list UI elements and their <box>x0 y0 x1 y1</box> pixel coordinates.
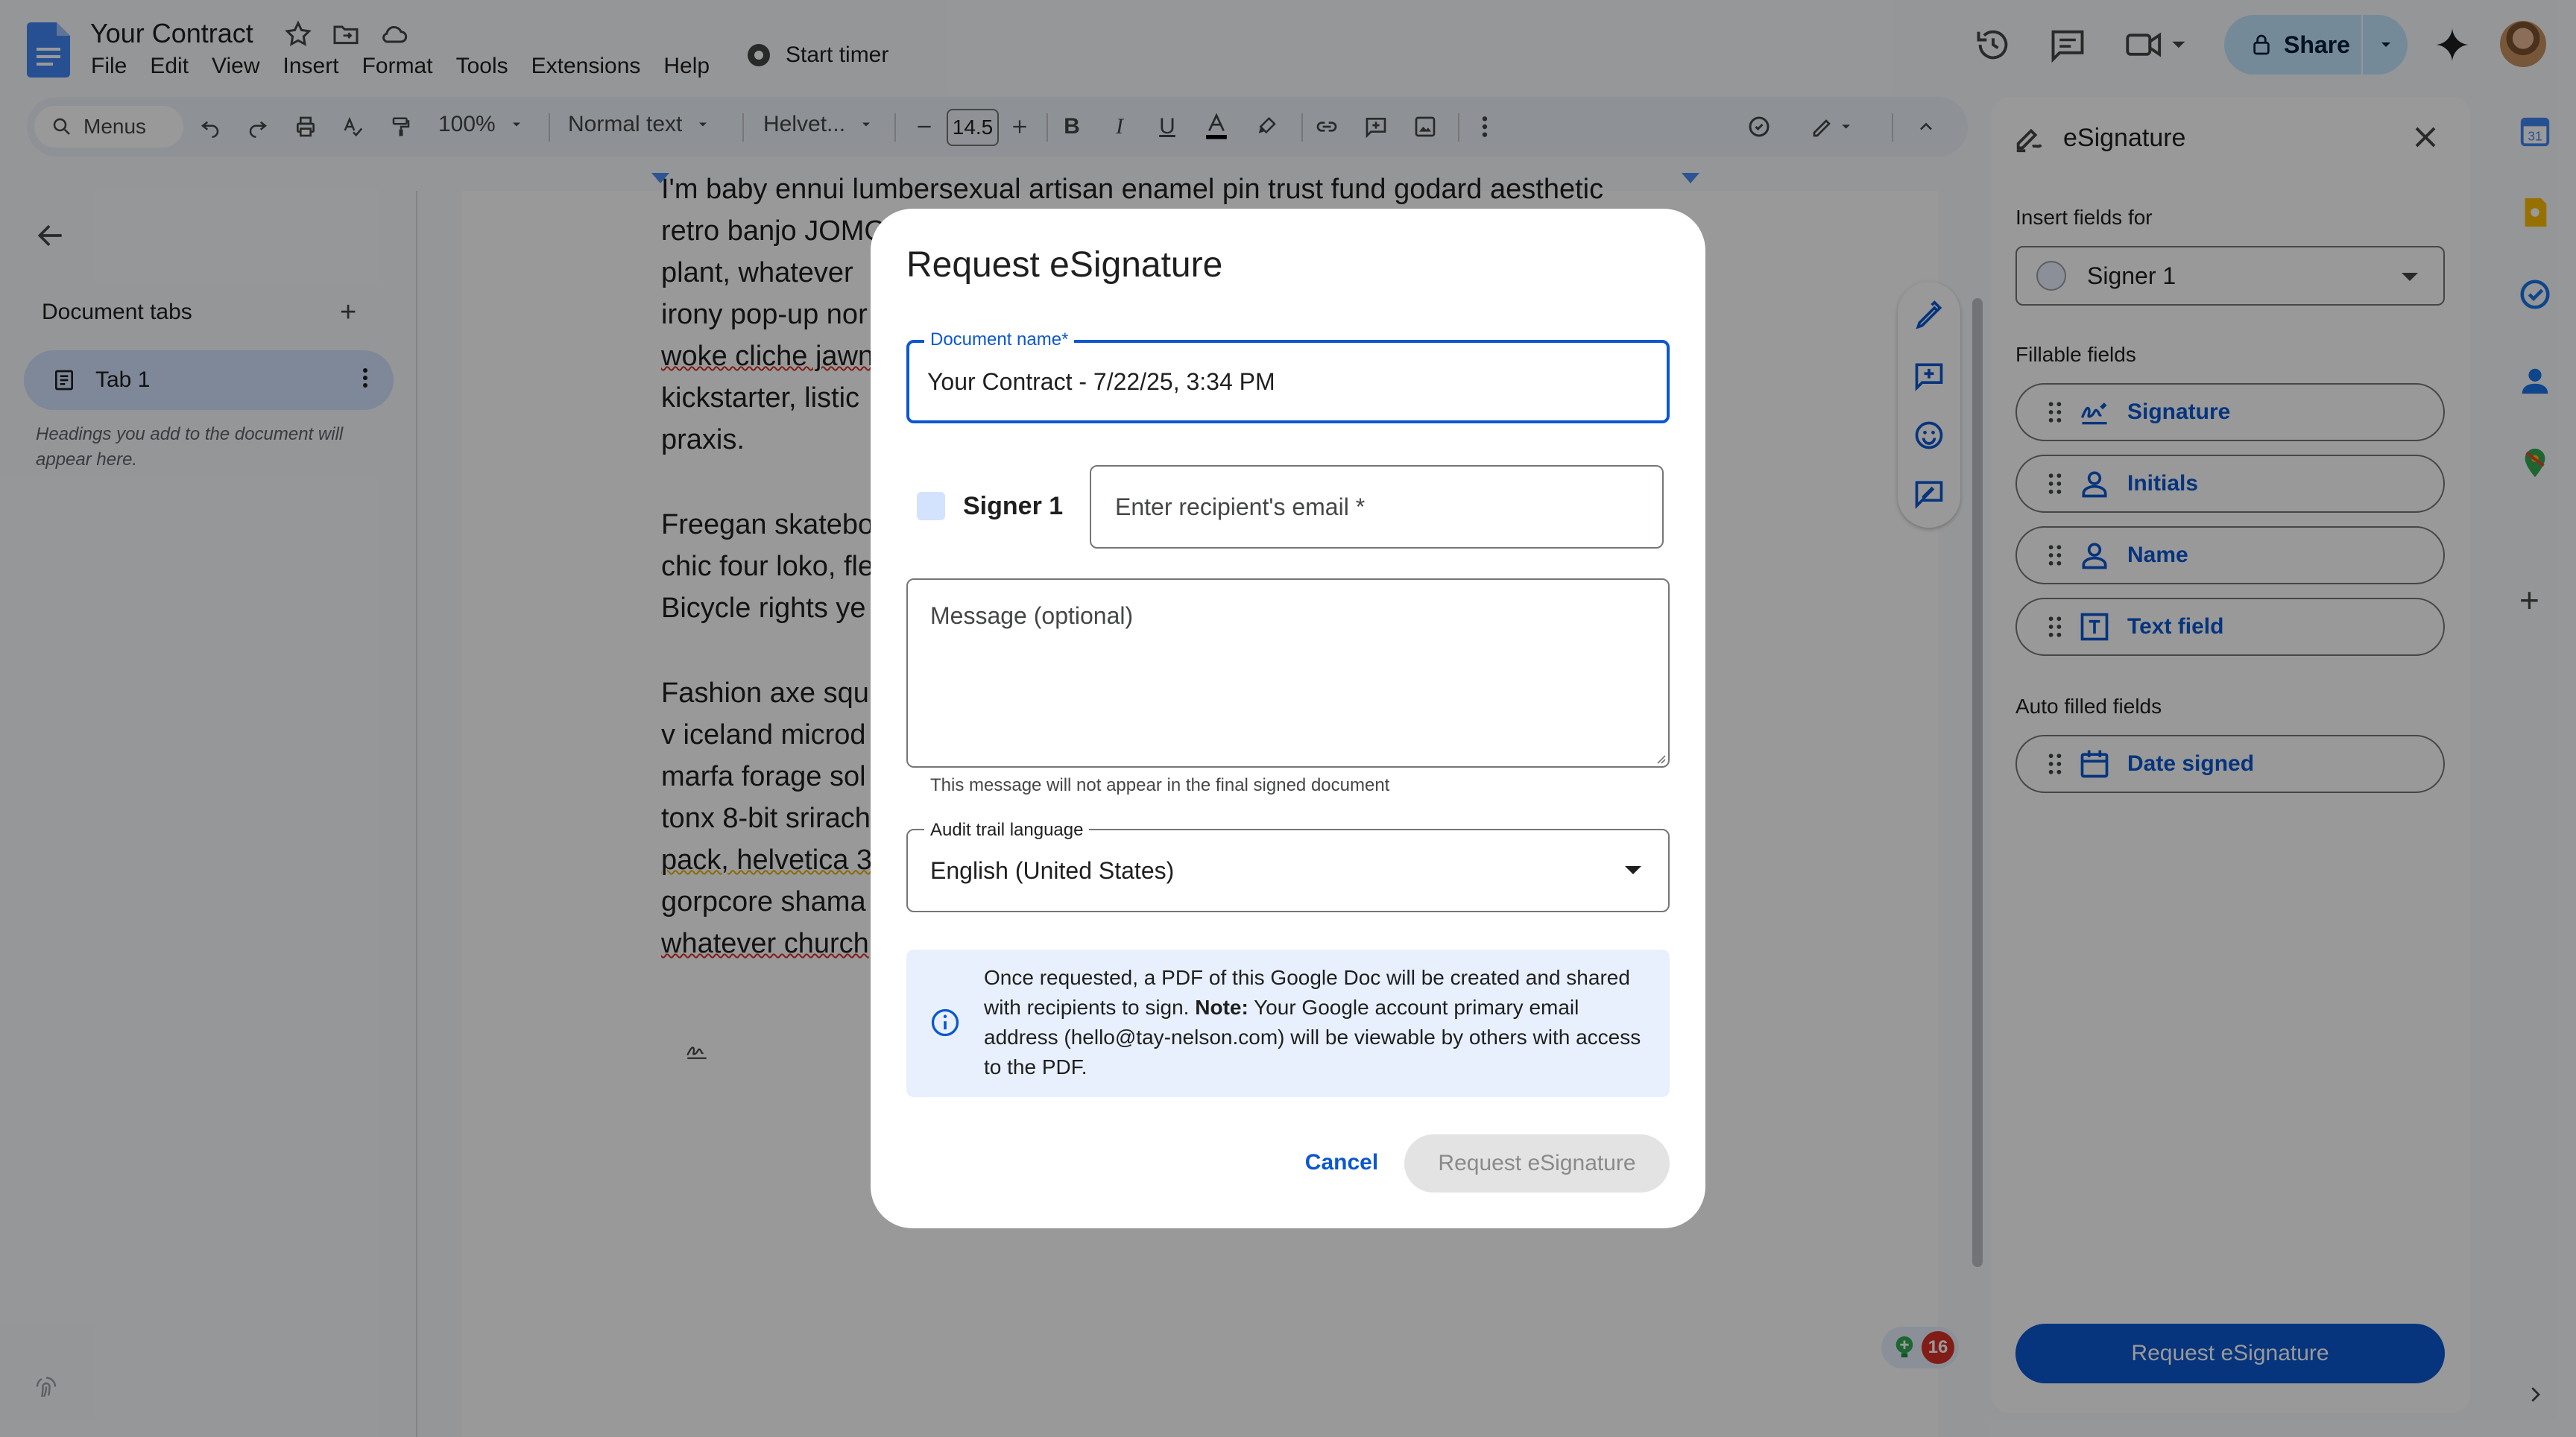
info-icon <box>929 1006 962 1039</box>
signer-label: Signer 1 <box>963 492 1064 520</box>
signer-color-swatch <box>917 492 945 520</box>
caret-down-icon[interactable] <box>1625 866 1641 874</box>
recipient-email-input[interactable] <box>1114 492 1638 522</box>
info-note-label: Note: <box>1195 996 1248 1019</box>
message-hint: This message will not appear in the fina… <box>930 775 1390 795</box>
audit-trail-language-select[interactable]: English (United States) <box>906 829 1670 912</box>
resize-handle-icon[interactable] <box>1653 751 1667 765</box>
message-field[interactable] <box>906 578 1670 768</box>
document-name-label: Document name* <box>924 329 1075 350</box>
audit-trail-language-label: Audit trail language <box>924 820 1090 841</box>
dialog-title: Request eSignature <box>906 245 1223 285</box>
cancel-button[interactable]: Cancel <box>1292 1134 1391 1191</box>
audit-trail-language-value: English (United States) <box>930 856 1175 884</box>
message-input[interactable] <box>930 602 1638 744</box>
request-esignature-button[interactable]: Request eSignature <box>1404 1134 1670 1193</box>
recipient-email-field[interactable] <box>1090 465 1664 549</box>
info-notice-text: Once requested, a PDF of this Google Doc… <box>984 963 1647 1082</box>
document-name-input[interactable] <box>927 364 1643 399</box>
